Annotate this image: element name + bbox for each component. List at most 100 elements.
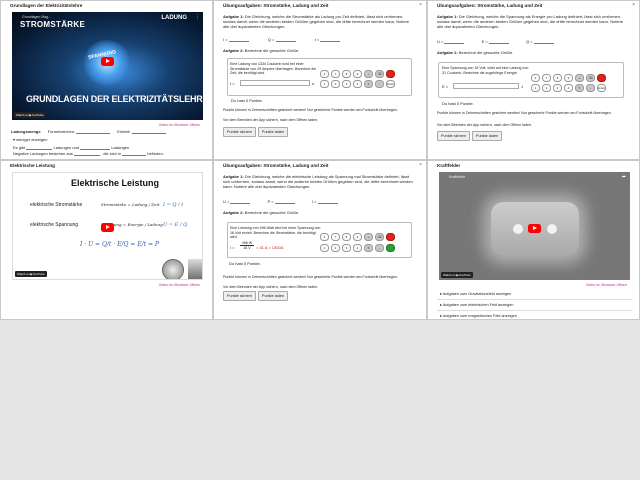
key-minus[interactable]: − xyxy=(375,80,384,88)
accordion-item-magnetic[interactable]: ▸ Aufgaben zum magnetischen Feld anzeige… xyxy=(437,311,632,319)
accordion-item-gravity[interactable]: ▸ Aufgaben zum Gravitationsfeld anzeigen xyxy=(437,289,632,300)
blank-input[interactable] xyxy=(122,152,147,156)
key-3[interactable]: 3 xyxy=(342,80,351,88)
eq-label: I = xyxy=(223,37,228,42)
eq-input[interactable] xyxy=(230,200,251,204)
key-red[interactable] xyxy=(597,74,606,82)
key-plus[interactable]: + xyxy=(364,70,373,78)
save-points-button[interactable]: Punkte sichern xyxy=(437,131,470,141)
key-5[interactable]: 5 xyxy=(364,80,373,88)
key-7[interactable]: 7 xyxy=(542,74,551,82)
key-2[interactable]: 2 xyxy=(331,80,340,88)
browser-link[interactable]: Video im Browser öffnen xyxy=(159,123,200,127)
eq-input[interactable] xyxy=(317,200,338,204)
key-enter[interactable]: Enter xyxy=(386,80,395,88)
video-player[interactable]: Kraftfelder ➦ Watch on ▶YouTube xyxy=(439,172,630,280)
accordion-item-electric[interactable]: ▸ Aufgaben zum elektrischen Feld anzeige… xyxy=(437,300,632,311)
key-backspace[interactable]: ⌫ xyxy=(375,70,384,78)
key-backspace[interactable]: ⌫ xyxy=(375,233,384,241)
key-3[interactable]: 3 xyxy=(553,84,562,92)
close-icon[interactable]: × xyxy=(632,2,635,8)
key-minus[interactable]: − xyxy=(375,244,384,252)
menu-icon[interactable]: ⋮ xyxy=(195,14,200,20)
key-3[interactable]: 3 xyxy=(342,244,351,252)
key-red[interactable] xyxy=(386,233,395,241)
row1-formula: Stromstärke = Ladung / Zeit xyxy=(101,202,160,207)
answer-input[interactable] xyxy=(240,80,310,86)
eq-input[interactable] xyxy=(488,40,509,44)
chevron-down-icon: ▾ xyxy=(13,137,16,142)
panel-title: Grundlagen der Elektrizitätslehre xyxy=(10,2,83,8)
video-player[interactable]: Elektrische Leistung elektrische Stromst… xyxy=(12,172,203,280)
save-points-button[interactable]: Punkte sichern xyxy=(223,291,256,301)
key-red[interactable] xyxy=(386,70,395,78)
key-1[interactable]: 1 xyxy=(531,84,540,92)
play-button-icon[interactable] xyxy=(101,223,114,232)
key-plus[interactable]: + xyxy=(575,74,584,82)
unit-input[interactable] xyxy=(131,130,166,134)
load-points-button[interactable]: Punkte laden xyxy=(258,127,288,137)
key-1[interactable]: 1 xyxy=(320,80,329,88)
eq-input[interactable] xyxy=(320,38,341,42)
eq-input[interactable] xyxy=(228,38,249,42)
blank-input[interactable] xyxy=(80,146,111,150)
key-2[interactable]: 2 xyxy=(331,244,340,252)
key-minus[interactable]: − xyxy=(586,84,595,92)
key-4b[interactable]: 4 xyxy=(353,244,362,252)
key-9[interactable]: 9 xyxy=(564,74,573,82)
key-backspace[interactable]: ⌫ xyxy=(586,74,595,82)
watch-on-youtube[interactable]: Watch on ▶YouTube xyxy=(15,271,47,277)
close-icon[interactable]: × xyxy=(419,2,422,8)
eq-input[interactable] xyxy=(274,200,295,204)
key-enter-green[interactable] xyxy=(386,244,395,252)
eq-input[interactable] xyxy=(275,38,296,42)
save-points-button[interactable]: Punkte sichern xyxy=(223,127,256,137)
panel-title: Elektrische Leistung xyxy=(10,162,55,168)
eq-label: Q = xyxy=(267,37,275,42)
play-button-icon[interactable] xyxy=(101,57,114,66)
toggle-less[interactable]: ▾ weniger anzeigen xyxy=(13,137,48,142)
key-4b[interactable]: 4 xyxy=(353,80,362,88)
key-8[interactable]: 8 xyxy=(553,74,562,82)
key-8[interactable]: 8 xyxy=(342,70,351,78)
key-enter[interactable]: Enter xyxy=(597,84,606,92)
key-4[interactable]: 4 xyxy=(531,74,540,82)
formula-input[interactable] xyxy=(76,130,111,134)
key-9[interactable]: 9 xyxy=(353,70,362,78)
avatar-seal xyxy=(162,259,184,279)
answer-input[interactable] xyxy=(453,83,519,89)
load-points-button[interactable]: Punkte laden xyxy=(258,291,288,301)
blank-input[interactable] xyxy=(26,146,53,150)
eq-input[interactable] xyxy=(533,40,554,44)
key-5[interactable]: 5 xyxy=(575,84,584,92)
key-9[interactable]: 9 xyxy=(353,233,362,241)
blank-input[interactable] xyxy=(73,152,100,156)
load-points-button[interactable]: Punkte laden xyxy=(472,131,502,141)
browser-link[interactable]: Video im Browser öffnen xyxy=(159,283,200,287)
key-7[interactable]: 7 xyxy=(331,70,340,78)
play-button-icon[interactable] xyxy=(528,224,541,233)
watch-on-youtube[interactable]: Watch on ▶YouTube xyxy=(14,112,46,118)
key-8[interactable]: 8 xyxy=(342,233,351,241)
key-2[interactable]: 2 xyxy=(542,84,551,92)
close-icon[interactable]: × xyxy=(419,162,422,168)
answer-value[interactable]: = 31 A = 1300A xyxy=(256,245,283,250)
eq-input[interactable] xyxy=(444,40,465,44)
video-player[interactable]: Grundlagen Mag... STROMSTÄRKE LADUNG ⋮ S… xyxy=(12,12,203,120)
text-fragment: Ladungen xyxy=(111,145,130,150)
key-5[interactable]: 5 xyxy=(364,244,373,252)
equation-row: U = E = Q = xyxy=(437,39,554,44)
key-4[interactable]: 4 xyxy=(320,70,329,78)
share-icon[interactable]: ➦ xyxy=(622,174,626,180)
key-4b[interactable]: 4 xyxy=(564,84,573,92)
task-label: Aufgabe 2: xyxy=(437,50,458,55)
key-1[interactable]: 1 xyxy=(320,244,329,252)
watch-on-youtube[interactable]: Watch on ▶YouTube xyxy=(441,272,473,278)
key-4[interactable]: 4 xyxy=(320,233,329,241)
key-7[interactable]: 7 xyxy=(331,233,340,241)
key-plus[interactable]: + xyxy=(364,233,373,241)
text-fragment: , die sich in xyxy=(101,151,122,156)
row1-label: elektrische Stromstärke xyxy=(30,202,83,208)
browser-link[interactable]: Video im Browser öffnen xyxy=(586,283,627,287)
note-1: Punkte können in Zehnerschritten gesiche… xyxy=(223,108,398,112)
